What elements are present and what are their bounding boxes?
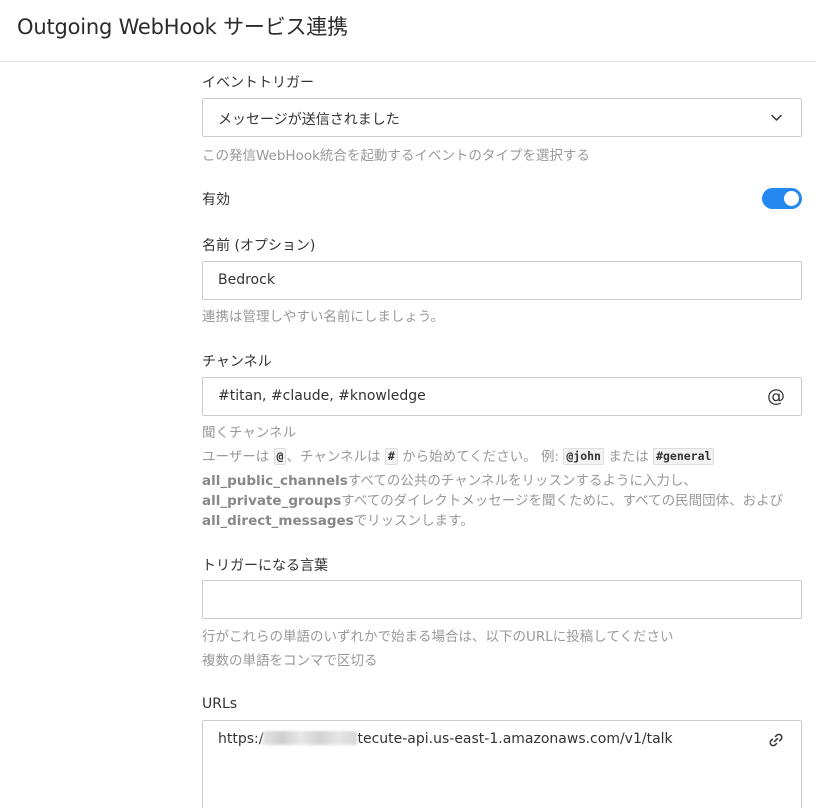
event-trigger-select[interactable]: メッセージが送信されました [202,98,802,137]
url-suffix: tecute-api.us-east-1.amazonaws.com/v1/ta… [357,731,673,747]
hint-text: すべての公共のチャンネルをリッスンするように入力し、 [347,473,697,489]
urls-textarea[interactable]: https:/ tecute-api.us-east-1.amazonaws.co… [202,720,802,808]
event-trigger-label: イベントトリガー [202,75,314,91]
name-label: 名前 (オプション) [202,238,316,254]
keyword-direct: all_direct_messages [202,513,354,529]
event-trigger-value: メッセージが送信されました [218,112,400,128]
url-prefix: https:/ [218,731,264,747]
link-icon[interactable] [767,731,785,749]
redacted-host [263,731,358,745]
chevron-down-icon [771,114,782,121]
code-at: @ [273,448,287,465]
trigger-words-label: トリガーになる言葉 [202,558,328,574]
channel-hint-prefixes: ユーザーは @ 、チャンネルは # から始めてください。 例: @john または… [202,445,715,465]
enabled-toggle[interactable] [762,188,802,209]
keyword-private: all_private_groups [202,493,342,509]
name-input[interactable]: Bedrock [202,261,802,300]
channel-hint-title: 聞くチャンネル [202,425,297,441]
hint-text: ユーザーは [202,449,270,465]
toggle-knob [784,191,799,206]
hint-text: でリッスンします。 [353,513,474,529]
channel-hint-public: all_public_channelsすべての公共のチャンネルをリッスンするよう… [202,469,697,489]
urls-value: https:/ tecute-api.us-east-1.amazonaws.co… [218,731,673,747]
trigger-words-hint: 行がこれらの単語のいずれかで始まる場合は、以下のURLに投稿してください [202,629,674,645]
channel-label: チャンネル [202,354,272,370]
keyword-public: all_public_channels [202,473,348,489]
code-example-user: @john [563,448,604,465]
enabled-label: 有効 [202,192,230,208]
name-hint: 連携は管理しやすい名前にしましょう。 [202,309,445,325]
channel-hint-direct: all_direct_messagesでリッスンします。 [202,509,474,529]
event-trigger-hint: この発信WebHook統合を起動するイベントのタイプを選択する [202,148,590,164]
channel-input[interactable]: #titan, #claude, #knowledge @ [202,377,802,416]
channel-value: #titan, #claude, #knowledge [218,388,426,404]
hint-text: 、チャンネルは [286,449,381,465]
code-example-channel: #general [653,448,715,465]
urls-label: URLs [202,696,238,712]
channel-hint-private: all_private_groupsすべてのダイレクトメッセージを聞くために、す… [202,489,783,509]
hint-text: または [608,449,649,465]
code-hash: # [384,448,398,465]
hint-text: すべてのダイレクトメッセージを聞くために、すべての民間団体、および [341,493,784,509]
trigger-words-hint-separator: 複数の単語をコンマで区切る [202,653,378,669]
name-value: Bedrock [218,272,275,288]
trigger-words-input[interactable] [202,580,802,619]
page-header: Outgoing WebHook サービス連携 [0,0,816,62]
hint-text: から始めてください。 例: [402,449,560,465]
page-title: Outgoing WebHook サービス連携 [17,15,348,39]
at-sign-icon[interactable]: @ [767,386,785,407]
